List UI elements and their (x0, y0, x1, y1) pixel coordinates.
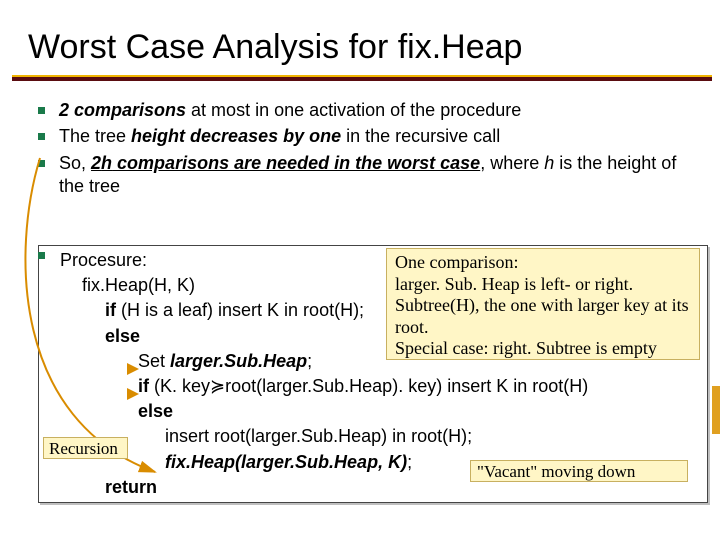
bullet-icon (38, 133, 45, 140)
proc-l7: insert root(larger.Sub.Heap) in root(H); (165, 424, 690, 449)
bullet-3-mid: , where (480, 153, 544, 173)
bullet-2-strong: height decreases by one (131, 126, 341, 146)
bullet-1-strong: 2 comparisons (59, 100, 186, 120)
bullet-3-var: h (544, 153, 554, 173)
note1-d: Special case: right. Subtree is empty (395, 338, 691, 360)
proc-l4b: larger.Sub.Heap (170, 351, 307, 371)
bullet-2-text: The tree height decreases by one in the … (59, 125, 500, 148)
note1-c: Subtree(H), the one with larger key at i… (395, 295, 691, 338)
arrow-icon (127, 388, 139, 400)
bullet-icon (38, 252, 45, 259)
proc-l6: else (138, 399, 690, 424)
note1-a: One comparison: (395, 252, 691, 274)
bullet-2-rest: in the recursive call (341, 126, 500, 146)
bullet-3-strong: 2h comparisons are needed in the worst c… (91, 153, 480, 173)
bullet-list: 2 comparisons at most in one activation … (0, 85, 720, 199)
proc-l8-semi: ; (407, 452, 412, 472)
proc-l5: if (K. key≽root(larger.Sub.Heap). key) i… (138, 374, 690, 399)
bullet-2-pre: The tree (59, 126, 131, 146)
bullet-3-pre: So, (59, 153, 91, 173)
note1-b: larger. Sub. Heap is left- or right. (395, 274, 691, 296)
title-rule (12, 75, 712, 85)
bullet-3-text: So, 2h comparisons are needed in the wor… (59, 152, 680, 199)
bullet-1: 2 comparisons at most in one activation … (38, 99, 680, 122)
proc-l8-call: fix.Heap(larger.Sub.Heap, K) (165, 452, 407, 472)
note-recursion: Recursion (43, 437, 128, 459)
proc-l2-rest: (H is a leaf) insert K in root(H); (116, 300, 364, 320)
proc-l5-rest: (K. key≽root(larger.Sub.Heap). key) inse… (149, 376, 588, 396)
bullet-icon (38, 160, 45, 167)
bullet-1-text: 2 comparisons at most in one activation … (59, 99, 521, 122)
slide-title: Worst Case Analysis for fix.Heap (0, 0, 720, 75)
proc-l4c: ; (307, 351, 312, 371)
bullet-1-rest: at most in one activation of the procedu… (186, 100, 521, 120)
proc-l4a: Set (138, 351, 170, 371)
rule-maroon (12, 77, 712, 81)
kw-if: if (105, 300, 116, 320)
bullet-2: The tree height decreases by one in the … (38, 125, 680, 148)
note-comparison: One comparison: larger. Sub. Heap is lef… (386, 248, 700, 360)
bullet-3: So, 2h comparisons are needed in the wor… (38, 152, 680, 199)
kw-if: if (138, 376, 149, 396)
edge-accent (712, 386, 720, 434)
arrow-icon (127, 363, 139, 375)
note-vacant: "Vacant" moving down (470, 460, 688, 482)
bullet-icon (38, 107, 45, 114)
